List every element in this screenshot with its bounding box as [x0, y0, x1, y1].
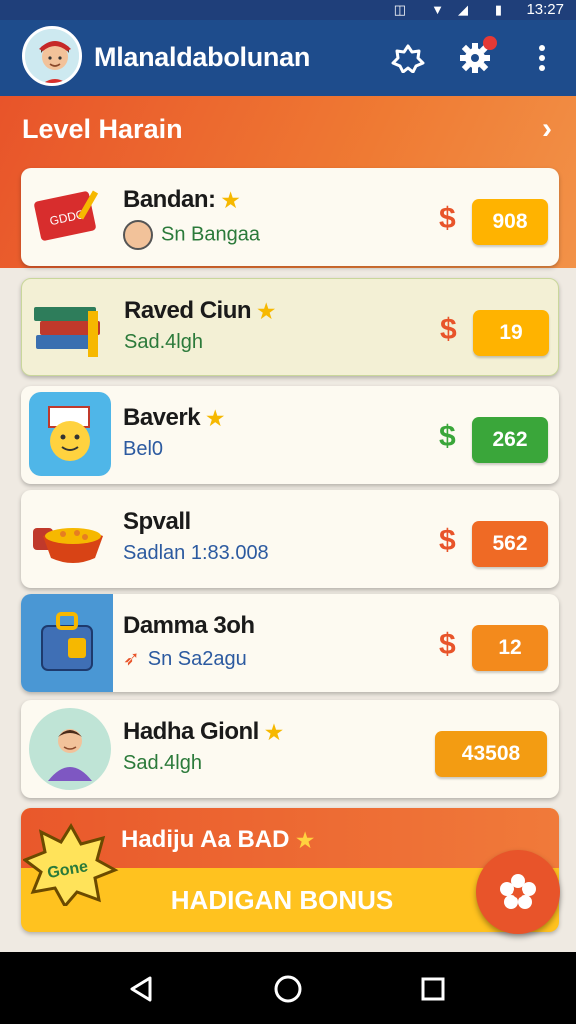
list-item[interactable]: Hadha Gionl ★ Sad.4lgh 43508	[21, 700, 559, 798]
star-icon: ★	[206, 408, 224, 430]
price-badge[interactable]: 908	[472, 199, 548, 245]
cookie-icon[interactable]	[390, 40, 426, 76]
chevron-right-icon[interactable]: ›	[542, 112, 552, 146]
dollar-icon: $	[439, 420, 456, 453]
item-title: Baverk ★	[123, 404, 224, 431]
food-bowl-icon	[21, 490, 113, 588]
list-item[interactable]: Spvall Sadlan 1:83.008 $ 562	[21, 490, 559, 588]
starburst-badge: Gone	[21, 822, 119, 909]
item-subtitle: Sad.4lgh	[124, 331, 203, 353]
list-item[interactable]: GDDO Bandan: ★ Sn Bangaa $ 908	[21, 168, 559, 266]
bonus-card: Hadiju Aa BAD ★ HADIGAN BONUS Gone	[21, 808, 559, 932]
dollar-icon: $	[440, 313, 457, 346]
notification-dot	[483, 36, 497, 50]
person-icon	[123, 220, 153, 250]
price-badge[interactable]: 43508	[435, 731, 547, 777]
books-icon	[22, 279, 114, 375]
ticket-icon: GDDO	[21, 168, 113, 266]
item-title: Raved Ciun ★	[124, 297, 275, 324]
banner-title: Level Harain	[22, 114, 183, 144]
list-item[interactable]: Raved Ciun ★ Sad.4lgh $ 19	[21, 278, 559, 376]
bonus-title: Hadiju Aa BAD ★	[121, 826, 315, 853]
dollar-icon: $	[439, 628, 456, 661]
user-avatar[interactable]	[22, 26, 82, 86]
star-icon: ★	[221, 190, 240, 212]
home-icon[interactable]	[271, 972, 305, 1006]
lunchbox-icon	[21, 594, 113, 692]
status-bar: ◫ ▼ ◢ ▮ 13:27	[0, 0, 576, 20]
signal-icon: ◢	[458, 2, 468, 17]
flower-icon	[500, 874, 536, 909]
item-subtitle: Sad.4lgh	[123, 752, 202, 774]
person-avatar-icon	[29, 708, 111, 790]
dollar-icon: $	[439, 524, 456, 557]
list-item[interactable]: Damma 3oh ➶ Sn Sa2agu $ 12	[21, 594, 559, 692]
item-title: Damma 3oh	[123, 612, 255, 639]
item-subtitle: Bel0	[123, 438, 164, 460]
wifi-icon: ▼	[431, 2, 444, 17]
star-icon: ★	[265, 722, 283, 744]
star-icon: ★	[257, 301, 275, 323]
item-subtitle: Sn Bangaa	[123, 220, 260, 250]
vibrate-icon: ◫	[393, 2, 406, 17]
kebab-menu-icon[interactable]	[524, 40, 560, 76]
star-icon: ★	[296, 830, 315, 852]
app-title: Mlanaldabolunan	[94, 42, 311, 72]
price-badge[interactable]: 262	[472, 417, 548, 463]
system-nav-bar	[0, 952, 576, 1024]
item-title: Hadha Gionl ★	[123, 718, 283, 745]
app-bar: Mlanaldabolunan	[0, 20, 576, 96]
back-icon[interactable]	[124, 972, 158, 1006]
list-item[interactable]: Baverk ★ Bel0 $ 262	[21, 386, 559, 484]
price-badge[interactable]: 19	[473, 310, 549, 356]
item-subtitle: Sadlan 1:83.008	[123, 542, 269, 564]
item-subtitle: ➶ Sn Sa2agu	[123, 648, 247, 670]
item-title: Spvall	[123, 508, 191, 535]
battery-icon: ▮	[494, 2, 502, 17]
dollar-icon: $	[439, 202, 456, 235]
carrot-icon: ➶	[123, 648, 140, 670]
gear-icon[interactable]	[457, 36, 497, 76]
price-badge[interactable]: 12	[472, 625, 548, 671]
flower-fab-button[interactable]	[476, 850, 560, 934]
emoji-app-icon	[29, 392, 111, 476]
recents-icon[interactable]	[416, 972, 450, 1006]
item-title: Bandan: ★	[123, 186, 240, 213]
status-time: 13:27	[526, 1, 564, 18]
price-badge[interactable]: 562	[472, 521, 548, 567]
